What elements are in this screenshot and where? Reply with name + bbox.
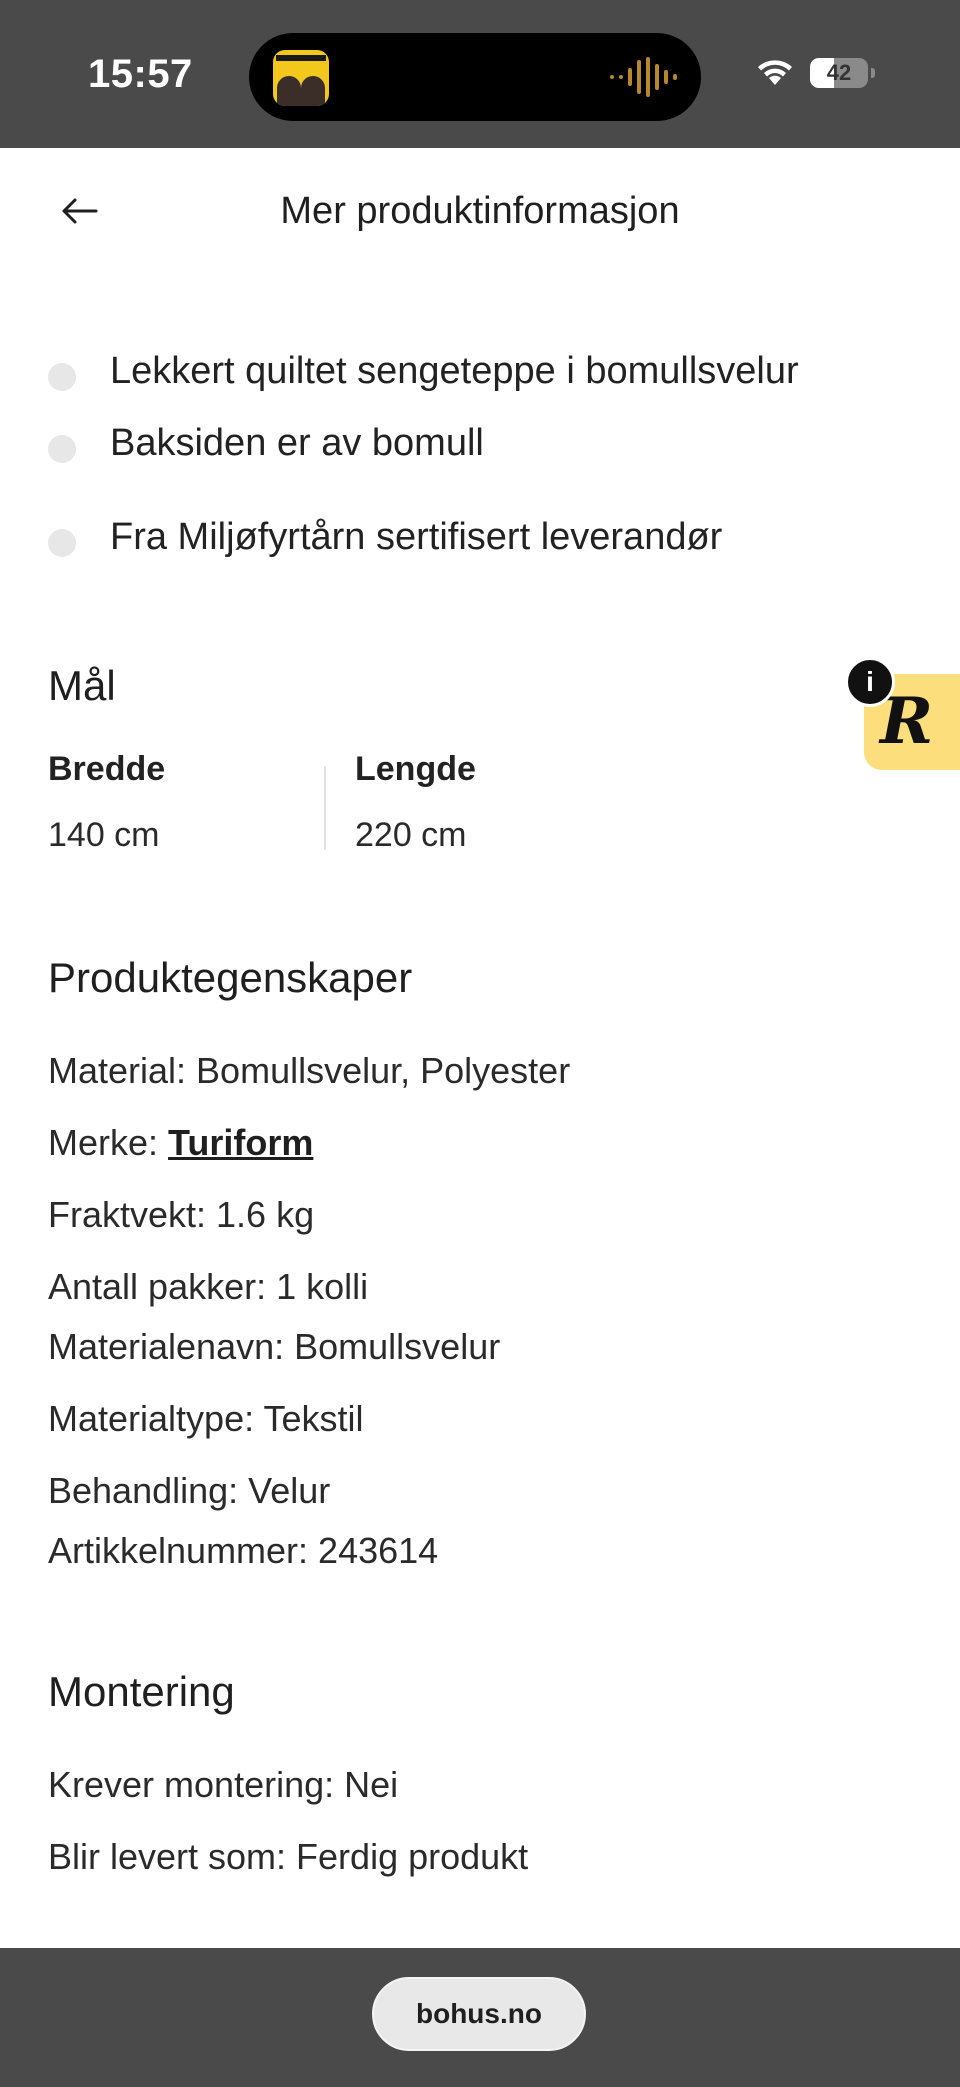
- bullet-dot: [48, 363, 76, 391]
- page-title: Mer produktinformasjon: [280, 190, 680, 232]
- material-type-line: Materialtype: Tekstil: [48, 1398, 364, 1439]
- brand-line: Merke: Turiform: [48, 1122, 313, 1164]
- bullet-dot: [48, 435, 76, 463]
- brand-link[interactable]: Turiform: [168, 1122, 313, 1163]
- feature-text: Fra Miljøfyrtårn sertifisert leverandør: [110, 516, 723, 558]
- wifi-icon: [756, 59, 794, 87]
- properties-heading: Produktegenskaper: [48, 954, 413, 1001]
- delivered-as-line: Blir levert som: Ferdig produkt: [48, 1836, 529, 1877]
- article-number-line: Artikkelnummer: 243614: [48, 1530, 439, 1571]
- length-label: Lengde: [355, 750, 476, 788]
- dimensions-heading: Mål: [48, 662, 116, 709]
- requires-assembly-line: Krever montering: Nei: [48, 1764, 399, 1805]
- podcast-artwork-icon: [273, 50, 329, 106]
- battery-level: 42: [826, 60, 852, 85]
- status-indicators: 42: [756, 58, 875, 88]
- url-bar[interactable]: bohus.no: [372, 1977, 586, 2051]
- length-value: 220 cm: [355, 816, 467, 854]
- dimension-divider: [324, 766, 326, 850]
- material-name-line: Materialenavn: Bomullsvelur: [48, 1326, 501, 1367]
- feature-item: Lekkert quiltet sengeteppe i bomullsvelu…: [48, 350, 799, 392]
- dynamic-island[interactable]: [249, 33, 701, 121]
- browser-bottom-bar: bohus.no: [0, 1948, 960, 2087]
- bullet-dot: [48, 529, 76, 557]
- waveform-icon: [610, 57, 677, 97]
- status-time: 15:57: [88, 52, 193, 96]
- battery-icon: 42: [810, 58, 875, 88]
- status-bar: 15:57 42: [0, 0, 960, 148]
- info-icon[interactable]: i: [845, 657, 895, 707]
- feature-text: Baksiden er av bomull: [110, 422, 484, 464]
- feature-item: Fra Miljøfyrtårn sertifisert leverandør: [48, 516, 723, 558]
- brand-label: Merke:: [48, 1122, 169, 1163]
- treatment-line: Behandling: Velur: [48, 1470, 331, 1511]
- feature-item: Baksiden er av bomull: [48, 422, 484, 464]
- material-line: Material: Bomullsvelur, Polyester: [48, 1050, 571, 1091]
- packages-line: Antall pakker: 1 kolli: [48, 1266, 369, 1307]
- feature-text: Lekkert quiltet sengeteppe i bomullsvelu…: [110, 350, 799, 392]
- width-label: Bredde: [48, 750, 166, 788]
- weight-line: Fraktvekt: 1.6 kg: [48, 1194, 315, 1235]
- assembly-heading: Montering: [48, 1668, 235, 1715]
- width-value: 140 cm: [48, 816, 160, 854]
